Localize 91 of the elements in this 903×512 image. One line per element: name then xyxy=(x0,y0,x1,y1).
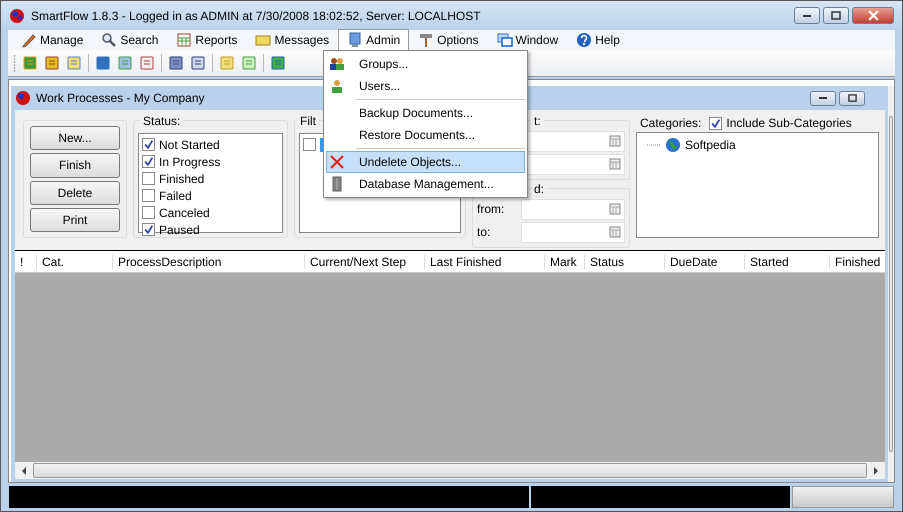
calendar-icon[interactable] xyxy=(609,135,621,147)
maximize-button[interactable] xyxy=(823,7,849,24)
tree-item[interactable]: Softpedia xyxy=(685,138,736,152)
group-label: Filt xyxy=(297,114,319,128)
toolbar-icon[interactable] xyxy=(95,55,111,71)
checkbox[interactable] xyxy=(142,155,155,168)
menu-item[interactable]: Groups... xyxy=(326,53,525,75)
menu-item[interactable]: Backup Documents... xyxy=(326,102,525,124)
close-icon xyxy=(868,10,878,21)
maximize-icon xyxy=(831,10,841,20)
toolbar-icon[interactable] xyxy=(168,55,184,71)
checkbox[interactable] xyxy=(709,116,722,130)
toolbar-icon[interactable] xyxy=(190,55,206,71)
window-title: Work Processes - My Company xyxy=(36,91,204,105)
calendar-icon[interactable] xyxy=(609,226,621,238)
people-icon xyxy=(329,56,345,72)
app-logo-icon xyxy=(9,8,25,24)
maximize-icon xyxy=(848,94,856,102)
checkbox[interactable] xyxy=(142,189,155,202)
action-button[interactable]: New... xyxy=(30,126,120,150)
checkbox-label: Failed xyxy=(159,188,192,202)
group-label: t: xyxy=(531,114,544,128)
menu-item[interactable]: Admin xyxy=(338,29,410,51)
column-header[interactable]: DueDate xyxy=(665,254,745,268)
pencil-icon xyxy=(21,32,37,48)
globe-icon xyxy=(665,137,681,153)
scroll-left-icon[interactable] xyxy=(21,466,27,474)
column-header[interactable]: Mark xyxy=(545,254,585,268)
checkbox[interactable] xyxy=(142,223,155,236)
scroll-right-icon[interactable] xyxy=(873,466,879,474)
minimize-icon xyxy=(803,14,811,16)
checkbox[interactable] xyxy=(142,172,155,185)
column-header[interactable]: Current/Next Step xyxy=(305,254,425,268)
tree-line xyxy=(647,144,661,146)
menu-item[interactable]: Database Management... xyxy=(326,173,525,195)
menu-item[interactable]: Window xyxy=(488,29,568,51)
menu-item[interactable]: Manage xyxy=(12,29,92,51)
calendar-icon[interactable] xyxy=(609,203,621,215)
column-header[interactable]: ProcessDescription xyxy=(113,254,305,268)
action-button[interactable]: Delete xyxy=(30,180,120,205)
column-header[interactable]: Status xyxy=(585,254,665,268)
hammer-icon xyxy=(418,32,434,48)
close-button[interactable] xyxy=(852,7,894,24)
person-icon xyxy=(329,78,345,94)
cross-icon xyxy=(329,154,345,170)
menu-item[interactable]: Help xyxy=(567,29,629,51)
menu-item[interactable]: Search xyxy=(92,29,168,51)
scrollbar-thumb[interactable] xyxy=(33,463,867,478)
checkbox-label: Canceled xyxy=(159,206,210,220)
checkbox[interactable] xyxy=(142,138,155,151)
checkbox-label: Not Started xyxy=(159,138,220,152)
calendar-icon[interactable] xyxy=(609,158,621,170)
checkbox[interactable] xyxy=(303,138,316,151)
menu-item[interactable]: Undelete Objects... xyxy=(326,151,525,173)
menu-item[interactable]: Reports xyxy=(167,29,246,51)
app-logo-icon xyxy=(15,90,31,106)
field-label: to: xyxy=(477,225,492,239)
minimize-button[interactable] xyxy=(794,7,820,24)
group-label: Status: xyxy=(140,114,184,128)
checkbox-label: Paused xyxy=(159,222,200,236)
date-field[interactable] xyxy=(521,198,625,220)
toolbar-grip-icon xyxy=(13,54,16,72)
action-button[interactable]: Print xyxy=(30,208,120,232)
group-label: d: xyxy=(531,182,548,196)
window-title: SmartFlow 1.8.3 - Logged in as ADMIN at 7/30/2008 18:02:52, Server: LOCALHOST xyxy=(31,8,481,22)
checkbox-label: Include Sub-Categories xyxy=(726,116,852,130)
minimize-icon xyxy=(819,97,827,99)
column-header[interactable]: Started xyxy=(745,254,830,268)
column-header[interactable]: Cat. xyxy=(37,254,113,268)
group-label: Categories: xyxy=(640,116,702,130)
menu-item[interactable]: Options xyxy=(409,29,488,51)
menu-item[interactable]: Messages xyxy=(246,29,338,51)
toolbar-icon[interactable] xyxy=(270,55,286,71)
checkbox-label: In Progress xyxy=(159,154,220,168)
action-button[interactable]: Finish xyxy=(30,153,120,178)
menu-item[interactable]: Users... xyxy=(326,75,525,97)
search-icon xyxy=(101,32,118,48)
computer-icon xyxy=(347,32,364,48)
column-header[interactable]: Last Finished xyxy=(425,254,545,268)
checkbox-label: Finished xyxy=(159,172,204,186)
column-header[interactable]: Finished xyxy=(830,254,885,268)
toolbar-icon[interactable] xyxy=(44,55,60,71)
date-field[interactable] xyxy=(521,222,625,242)
field-label: from: xyxy=(477,202,506,216)
column-header[interactable]: ! xyxy=(15,254,37,268)
scrollbar-thumb[interactable] xyxy=(889,116,893,452)
maximize-button[interactable] xyxy=(839,90,865,106)
toolbar-icon[interactable] xyxy=(139,55,155,71)
checkbox[interactable] xyxy=(142,206,155,219)
minimize-button[interactable] xyxy=(810,90,836,106)
menu-item[interactable]: Restore Documents... xyxy=(326,124,525,146)
